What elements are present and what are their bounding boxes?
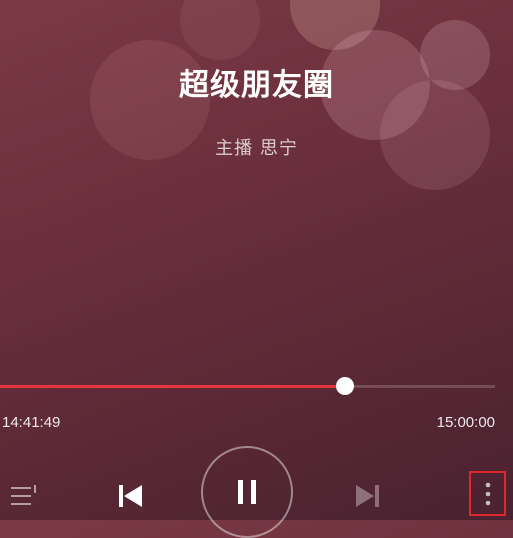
previous-button[interactable] xyxy=(110,476,150,516)
more-vertical-icon xyxy=(485,482,490,505)
pause-icon xyxy=(238,480,256,504)
playlist-button[interactable] xyxy=(6,478,42,514)
background-bokeh xyxy=(290,0,380,50)
background-bokeh xyxy=(180,0,260,60)
playlist-icon xyxy=(11,485,36,505)
episode-title: 超级朋友圈 xyxy=(179,68,334,103)
total-duration: 15:00:00 xyxy=(436,414,495,431)
host-name: 主播 思宁 xyxy=(215,138,298,159)
pause-button[interactable] xyxy=(201,446,293,538)
skip-next-icon xyxy=(356,485,379,507)
seek-bar-progress xyxy=(0,385,345,388)
seek-thumb[interactable] xyxy=(336,377,354,395)
elapsed-time: 14:41:49 xyxy=(2,414,61,431)
skip-previous-icon xyxy=(119,485,142,507)
seek-bar[interactable] xyxy=(0,377,495,395)
more-options-button[interactable] xyxy=(469,471,506,516)
next-button[interactable] xyxy=(348,476,388,516)
